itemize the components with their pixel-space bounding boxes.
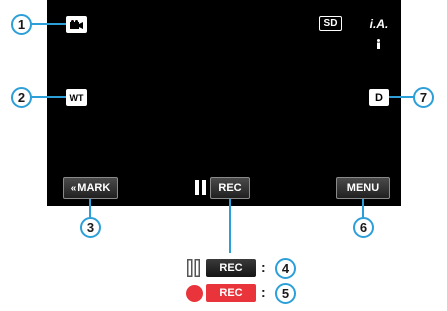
- legend-colon-4: :: [261, 259, 266, 275]
- callout-line-2: [31, 96, 66, 98]
- mark-button[interactable]: « MARK: [63, 177, 118, 199]
- menu-button[interactable]: MENU: [336, 177, 390, 199]
- auto-person-icon: [376, 36, 381, 49]
- callout-3: 3: [80, 217, 101, 238]
- sd-label: SD: [323, 18, 338, 29]
- callout-2: 2: [11, 87, 32, 108]
- record-dot-icon: [186, 285, 203, 302]
- menu-label: MENU: [346, 182, 380, 194]
- callout-line-6: [362, 199, 364, 218]
- camera-screen: [47, 0, 401, 206]
- rec-standby-label: REC: [206, 259, 256, 277]
- callout-4: 4: [275, 258, 296, 279]
- wt-label: WT: [69, 92, 84, 103]
- ia-label: i.A.: [369, 16, 389, 31]
- callout-5: 5: [275, 283, 296, 304]
- sd-card-icon: SD: [319, 16, 342, 31]
- legend-colon-5: :: [261, 284, 266, 300]
- wide-tele-icon[interactable]: WT: [66, 89, 87, 106]
- callout-line-1: [31, 23, 66, 25]
- pause-icon: [195, 180, 206, 195]
- mark-label: MARK: [77, 182, 111, 194]
- callout-6: 6: [353, 217, 374, 238]
- d-label: D: [375, 91, 383, 104]
- callout-1: 1: [11, 14, 32, 35]
- callout-line-rec: [229, 199, 231, 253]
- intelligent-auto-icon: i.A.: [368, 15, 390, 32]
- callout-line-3: [89, 199, 91, 218]
- pause-outline-icon: [187, 259, 200, 277]
- display-button[interactable]: D: [369, 89, 389, 106]
- rec-recording-label: REC: [206, 284, 256, 302]
- rec-button[interactable]: REC: [210, 177, 250, 199]
- rec-label: REC: [218, 182, 242, 194]
- video-camera-icon[interactable]: [66, 16, 87, 33]
- chevron-left-icon: «: [70, 182, 77, 194]
- callout-line-7: [389, 96, 414, 98]
- callout-7: 7: [413, 87, 434, 108]
